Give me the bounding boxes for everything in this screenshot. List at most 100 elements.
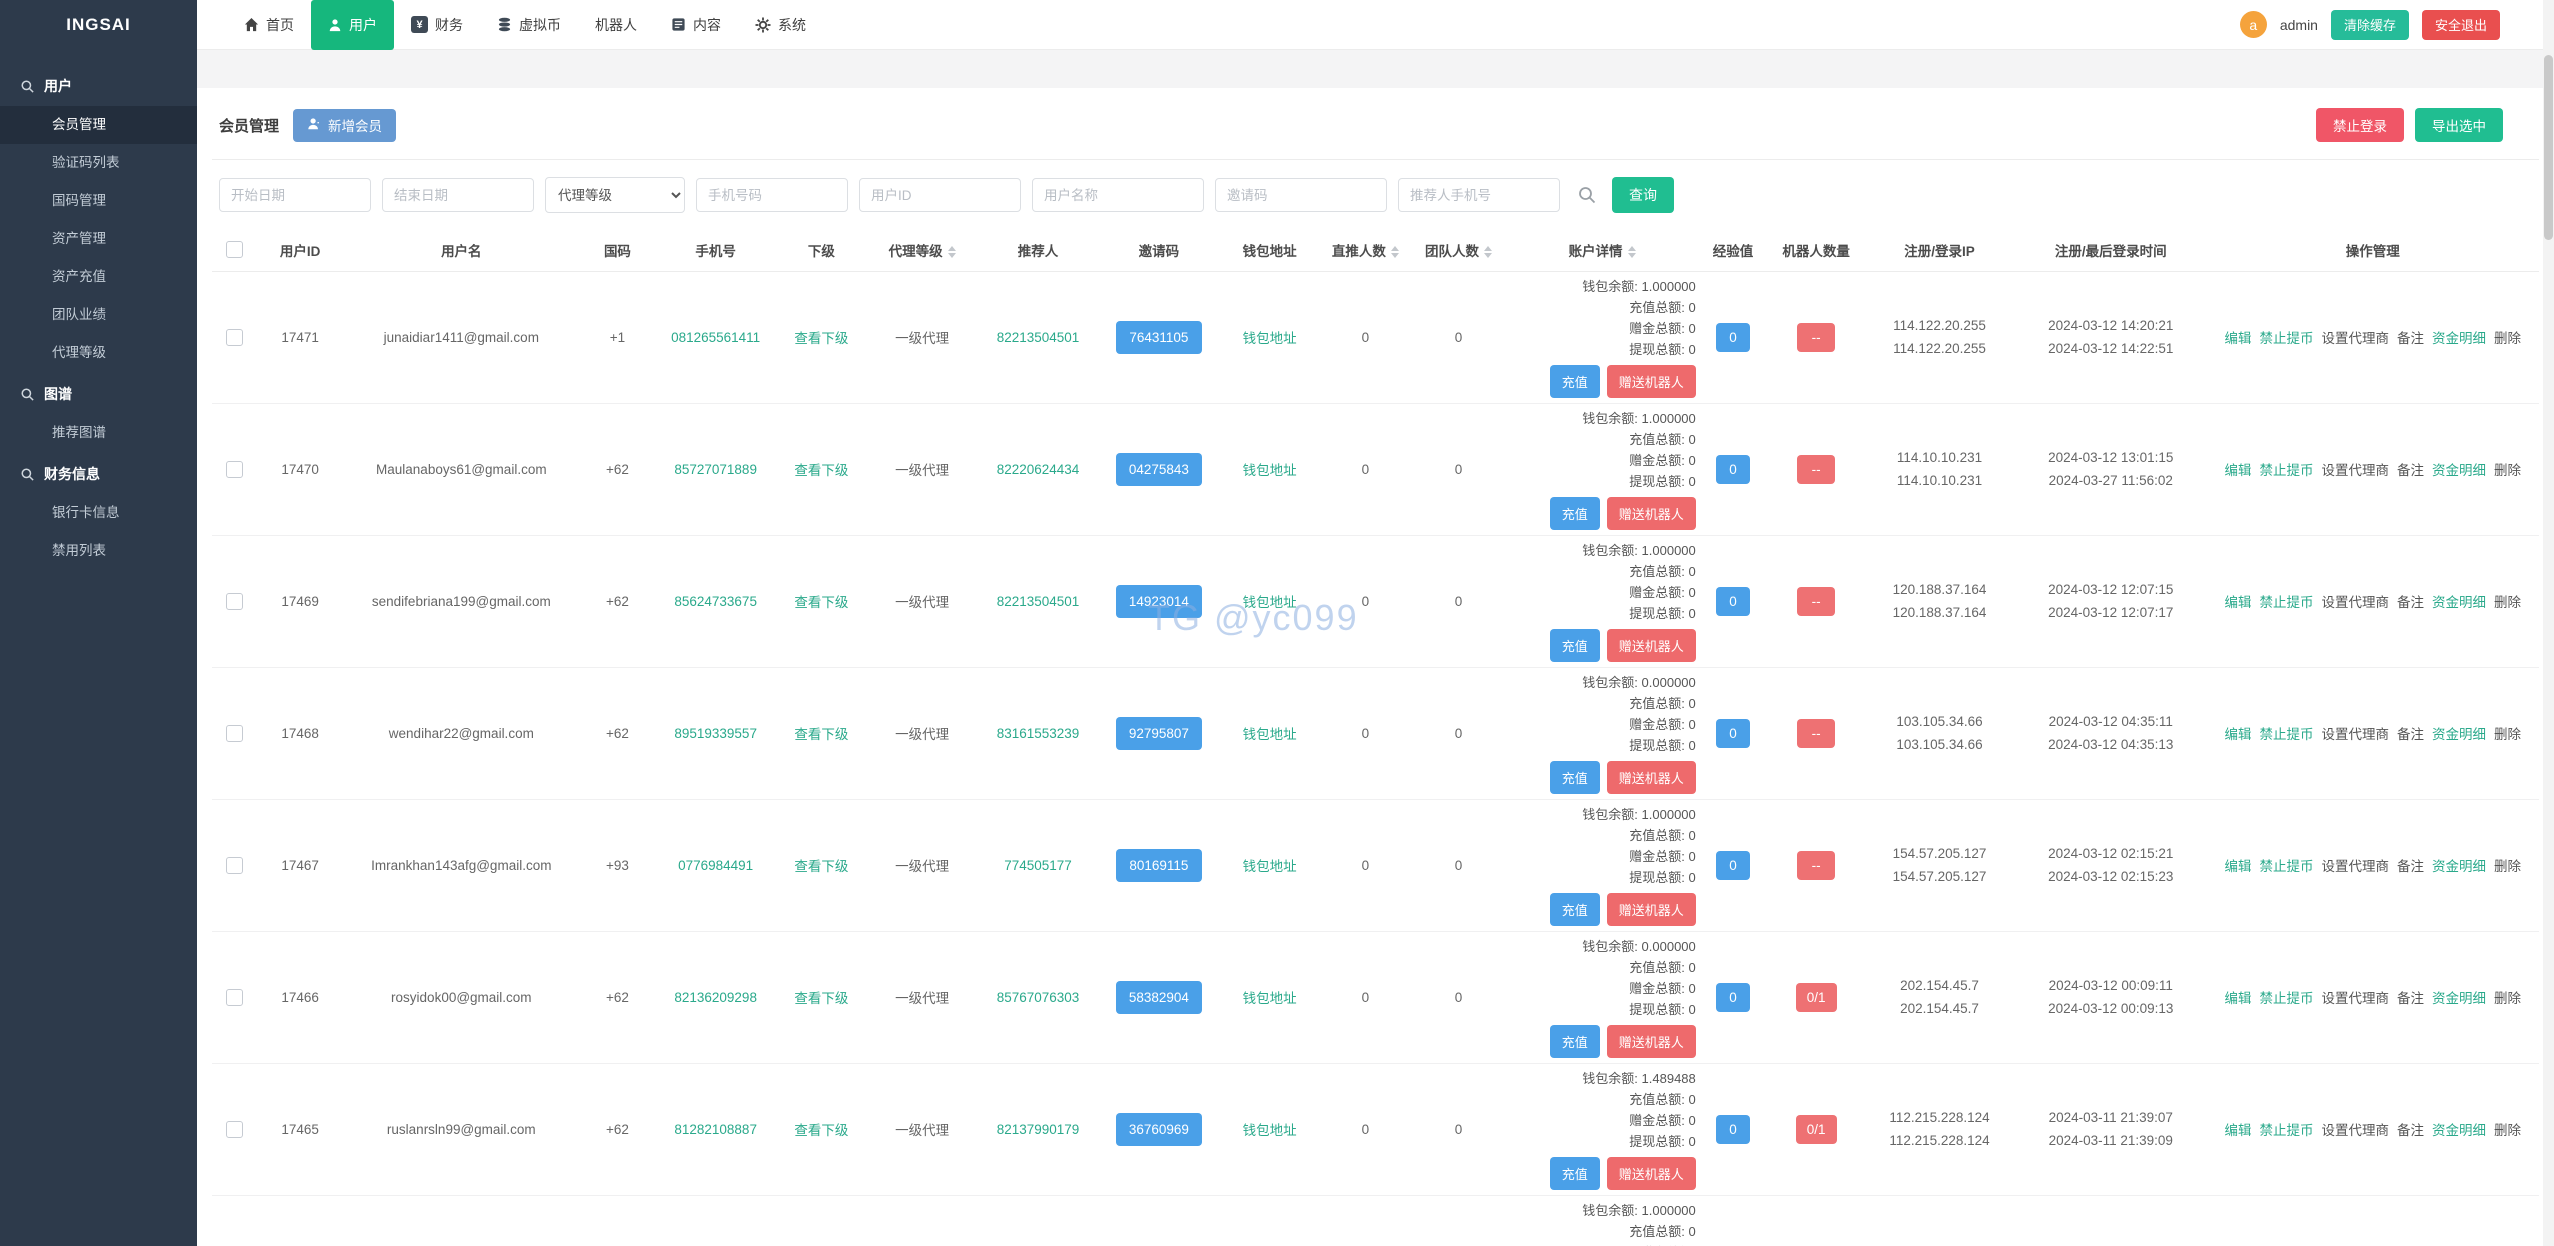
invite-code-badge[interactable]: 58382904 <box>1115 980 1202 1014</box>
avatar[interactable]: a <box>2239 11 2267 38</box>
select-all-checkbox[interactable] <box>226 241 244 259</box>
op-ban-withdraw[interactable]: 禁止提币 <box>2259 1123 2313 1138</box>
op-fund-detail[interactable]: 资金明细 <box>2432 331 2486 346</box>
recharge-button[interactable]: 充值 <box>1549 497 1600 530</box>
export-selected-button[interactable]: 导出选中 <box>2415 108 2503 142</box>
row-checkbox[interactable] <box>226 328 244 346</box>
op-remark[interactable]: 备注 <box>2397 859 2424 874</box>
gift-robot-button[interactable]: 赠送机器人 <box>1606 1157 1696 1190</box>
op-fund-detail[interactable]: 资金明细 <box>2432 727 2486 742</box>
op-remark[interactable]: 备注 <box>2397 595 2424 610</box>
op-set-agent[interactable]: 设置代理商 <box>2321 595 2389 610</box>
column-header[interactable]: 账户详情 <box>1506 229 1698 272</box>
sidebar-item-asset-management[interactable]: 资产管理 <box>0 220 197 258</box>
view-subordinates-link[interactable]: 查看下级 <box>794 463 848 478</box>
user-name-input[interactable] <box>1032 178 1204 212</box>
op-ban-withdraw[interactable]: 禁止提币 <box>2259 331 2313 346</box>
nav-item-finance[interactable]: ¥ 财务 <box>394 0 480 50</box>
op-delete[interactable]: 删除 <box>2494 727 2521 742</box>
user-id-input[interactable] <box>859 178 1021 212</box>
op-delete[interactable]: 删除 <box>2494 991 2521 1006</box>
op-delete[interactable]: 删除 <box>2494 331 2521 346</box>
column-header[interactable]: 团队人数 <box>1410 229 1507 272</box>
view-subordinates-link[interactable]: 查看下级 <box>794 595 848 610</box>
op-edit[interactable]: 编辑 <box>2224 595 2251 610</box>
end-date-input[interactable] <box>382 178 534 212</box>
gift-robot-button[interactable]: 赠送机器人 <box>1606 497 1696 530</box>
phone-link[interactable]: 0776984491 <box>678 858 753 873</box>
wallet-address-link[interactable]: 钱包地址 <box>1243 859 1297 874</box>
start-date-input[interactable] <box>219 178 371 212</box>
op-set-agent[interactable]: 设置代理商 <box>2321 727 2389 742</box>
wallet-address-link[interactable]: 钱包地址 <box>1243 1123 1297 1138</box>
nav-item-crypto[interactable]: 虚拟币 <box>480 0 578 50</box>
recharge-button[interactable]: 充值 <box>1549 761 1600 794</box>
op-remark[interactable]: 备注 <box>2397 991 2424 1006</box>
sidebar-item-country-code-mgmt[interactable]: 国码管理 <box>0 182 197 220</box>
op-ban-withdraw[interactable]: 禁止提币 <box>2259 991 2313 1006</box>
sidebar-section-finance-info[interactable]: 财务信息 <box>0 452 197 494</box>
op-remark[interactable]: 备注 <box>2397 463 2424 478</box>
sidebar-item-captcha-list[interactable]: 验证码列表 <box>0 144 197 182</box>
gift-robot-button[interactable]: 赠送机器人 <box>1606 365 1696 398</box>
op-fund-detail[interactable]: 资金明细 <box>2432 463 2486 478</box>
nav-item-system[interactable]: 系统 <box>738 0 823 50</box>
op-set-agent[interactable]: 设置代理商 <box>2321 463 2389 478</box>
op-edit[interactable]: 编辑 <box>2224 1123 2251 1138</box>
row-checkbox[interactable] <box>226 460 244 478</box>
op-remark[interactable]: 备注 <box>2397 1123 2424 1138</box>
search-button[interactable]: 查询 <box>1612 177 1674 213</box>
sidebar-item-asset-recharge[interactable]: 资产充值 <box>0 258 197 296</box>
op-delete[interactable]: 删除 <box>2494 859 2521 874</box>
sidebar-item-member-management[interactable]: 会员管理 <box>0 106 197 144</box>
op-delete[interactable]: 删除 <box>2494 463 2521 478</box>
phone-link[interactable]: 85624733675 <box>674 594 757 609</box>
invite-code-badge[interactable]: 36760969 <box>1115 1112 1202 1146</box>
invite-code-badge[interactable]: 80169115 <box>1115 848 1202 882</box>
sidebar-section-users[interactable]: 用户 <box>0 64 197 106</box>
invite-code-badge[interactable]: 14923014 <box>1115 584 1202 618</box>
referrer-link[interactable]: 82213504501 <box>997 330 1080 345</box>
phone-link[interactable]: 081265561411 <box>671 330 760 345</box>
add-member-button[interactable]: 新增会员 <box>293 108 397 142</box>
invite-code-badge[interactable]: 04275843 <box>1115 452 1202 486</box>
row-checkbox[interactable] <box>226 592 244 610</box>
nav-item-home[interactable]: 首页 <box>227 0 311 50</box>
op-fund-detail[interactable]: 资金明细 <box>2432 595 2486 610</box>
op-ban-withdraw[interactable]: 禁止提币 <box>2259 463 2313 478</box>
referrer-link[interactable]: 774505177 <box>1004 858 1072 873</box>
op-remark[interactable]: 备注 <box>2397 727 2424 742</box>
gift-robot-button[interactable]: 赠送机器人 <box>1606 629 1696 662</box>
wallet-address-link[interactable]: 钱包地址 <box>1243 595 1297 610</box>
row-checkbox[interactable] <box>226 724 244 742</box>
op-fund-detail[interactable]: 资金明细 <box>2432 991 2486 1006</box>
sidebar-section-atlas[interactable]: 图谱 <box>0 372 197 414</box>
phone-link[interactable]: 82136209298 <box>674 990 757 1005</box>
recharge-button[interactable]: 充值 <box>1549 893 1600 926</box>
referrer-link[interactable]: 85767076303 <box>997 990 1080 1005</box>
sidebar-item-recommend-atlas[interactable]: 推荐图谱 <box>0 414 197 452</box>
op-fund-detail[interactable]: 资金明细 <box>2432 1123 2486 1138</box>
op-set-agent[interactable]: 设置代理商 <box>2321 1123 2389 1138</box>
referrer-link[interactable]: 82213504501 <box>997 594 1080 609</box>
logout-button[interactable]: 安全退出 <box>2421 9 2500 40</box>
invite-code-input[interactable] <box>1215 178 1387 212</box>
phone-link[interactable]: 89519339557 <box>674 726 757 741</box>
nav-item-robot[interactable]: 机器人 <box>578 0 654 50</box>
sort-icon[interactable] <box>1390 246 1399 259</box>
sort-icon[interactable] <box>1484 246 1493 259</box>
referrer-phone-input[interactable] <box>1398 178 1560 212</box>
referrer-link[interactable]: 83161553239 <box>997 726 1080 741</box>
op-set-agent[interactable]: 设置代理商 <box>2321 991 2389 1006</box>
invite-code-badge[interactable]: 92795807 <box>1115 716 1202 750</box>
row-checkbox[interactable] <box>226 856 244 874</box>
sort-icon[interactable] <box>1627 246 1636 259</box>
view-subordinates-link[interactable]: 查看下级 <box>794 727 848 742</box>
referrer-link[interactable]: 82137990179 <box>997 1122 1080 1137</box>
row-checkbox[interactable] <box>226 1120 244 1138</box>
op-edit[interactable]: 编辑 <box>2224 991 2251 1006</box>
scrollbar-track[interactable] <box>2543 0 2554 1246</box>
op-delete[interactable]: 删除 <box>2494 595 2521 610</box>
op-fund-detail[interactable]: 资金明细 <box>2432 859 2486 874</box>
nav-item-content[interactable]: 内容 <box>654 0 738 50</box>
